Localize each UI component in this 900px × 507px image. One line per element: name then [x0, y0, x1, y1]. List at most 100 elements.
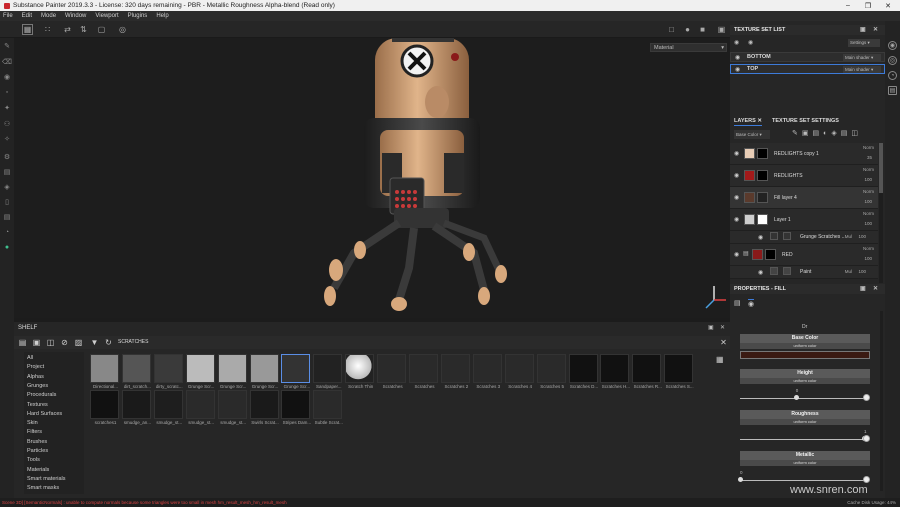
clear-search-icon[interactable]: ✕: [719, 338, 728, 347]
shelf-item[interactable]: smudge_st...: [153, 390, 183, 430]
eraser-icon[interactable]: ⌫: [2, 58, 12, 66]
shelf-item[interactable]: smudge_st...: [185, 390, 215, 430]
shelf-category[interactable]: Procedurals: [27, 392, 56, 398]
picker-icon[interactable]: ✧: [3, 135, 11, 143]
eye-icon[interactable]: ◉: [734, 150, 739, 157]
visibility-icon[interactable]: ◉: [748, 39, 753, 46]
shelf-item[interactable]: Scratches R...: [632, 354, 662, 394]
fill-tab-icon[interactable]: ◉: [748, 299, 755, 308]
layer-row[interactable]: ◉ Paint Mul 100: [730, 266, 878, 279]
float-icon[interactable]: ▣: [860, 25, 866, 35]
shelf-category[interactable]: Filters: [27, 429, 42, 435]
float-icon[interactable]: ▣: [860, 284, 866, 294]
add-fill-icon[interactable]: ▤: [813, 130, 824, 137]
shelf-item[interactable]: Scratches 5: [536, 354, 566, 394]
display-icon[interactable]: ▯: [3, 198, 11, 206]
shelf-category[interactable]: All: [27, 355, 33, 361]
layer-opacity[interactable]: 100: [858, 269, 866, 274]
shelf-item[interactable]: Scratches 4: [504, 354, 534, 394]
shelf-item[interactable]: Scratches 2: [440, 354, 470, 394]
eye-icon[interactable]: ◉: [735, 54, 740, 61]
log-icon[interactable]: ▤: [888, 86, 897, 95]
shelf-item[interactable]: Grunge Scr...: [217, 354, 247, 394]
layer-blend-mode[interactable]: Norm: [863, 246, 874, 251]
shelf-item[interactable]: Swirls Scrat...: [249, 390, 279, 430]
camera-frame-icon[interactable]: □: [666, 24, 677, 35]
grid-dots-icon[interactable]: ∷: [42, 24, 53, 35]
shelf-item[interactable]: scratches1: [90, 390, 119, 430]
settings-icon[interactable]: ⚙: [3, 153, 11, 161]
layer-blend-mode[interactable]: Mul: [845, 234, 852, 239]
slider-reset-icon[interactable]: [863, 435, 870, 442]
shelf-category[interactable]: Textures: [27, 402, 48, 408]
import-icon[interactable]: ▨: [74, 338, 83, 347]
minimize-icon[interactable]: –: [838, 0, 858, 11]
clone-icon[interactable]: ⚇: [3, 120, 11, 128]
hide-icon[interactable]: ⊘: [60, 338, 69, 347]
layer-row[interactable]: ◉ Layer 1 Norm 100: [730, 209, 878, 231]
layer-opacity[interactable]: 35: [867, 155, 872, 160]
shelf-item[interactable]: smudge_an...: [121, 390, 151, 430]
shelf-item[interactable]: smudge_st...: [217, 390, 247, 430]
shelf-item[interactable]: Grunge Scr...: [185, 354, 215, 394]
shelf-search-input[interactable]: SCRATCHES: [118, 339, 148, 345]
world-icon[interactable]: ◎: [888, 56, 897, 65]
texture-set-icon[interactable]: ◉: [888, 41, 897, 50]
history-icon[interactable]: ◔: [888, 71, 897, 80]
layer-row[interactable]: ◉ Grunge Scratches ... Mul 100: [730, 231, 878, 244]
shelf-category[interactable]: Brushes: [27, 439, 47, 445]
folder-icon[interactable]: ▤: [841, 130, 852, 137]
maximize-icon[interactable]: ❐: [858, 0, 878, 11]
close-icon[interactable]: ✕: [873, 284, 878, 294]
shelf-category[interactable]: Alphas: [27, 374, 44, 380]
tab-layers[interactable]: LAYERS ✕: [734, 116, 762, 126]
shelf-item[interactable]: dirt_scratch...: [121, 354, 151, 394]
eye-icon[interactable]: ◉: [758, 234, 763, 241]
menu-mode[interactable]: Mode: [41, 13, 56, 19]
shelf-category[interactable]: Grunges: [27, 383, 48, 389]
texture-set-top[interactable]: ◉ TOP Main shader ▾: [730, 64, 885, 74]
shelf-item[interactable]: Subtle Scrat...: [313, 390, 343, 430]
menu-plugins[interactable]: Plugins: [128, 13, 148, 19]
eye-icon[interactable]: ◉: [734, 172, 739, 179]
menu-help[interactable]: Help: [156, 13, 168, 19]
target-icon[interactable]: ◎: [117, 24, 128, 35]
refresh-icon[interactable]: ↻: [104, 338, 113, 347]
paint-brush-icon[interactable]: ✎: [3, 42, 11, 50]
shelf-category[interactable]: Hard Surfaces: [27, 411, 62, 417]
slider-reset-icon[interactable]: [863, 476, 870, 483]
layer-opacity[interactable]: 100: [858, 234, 866, 239]
shelf-item[interactable]: Scratch Thin: [345, 354, 375, 394]
shelf-category[interactable]: Tools: [27, 457, 40, 463]
layer-opacity[interactable]: 100: [864, 221, 872, 226]
menu-edit[interactable]: Edit: [22, 13, 32, 19]
menu-window[interactable]: Window: [65, 13, 86, 19]
close-tab-icon[interactable]: ✕: [757, 118, 762, 124]
layer-row[interactable]: ◉ ▤ RED Norm 100: [730, 244, 878, 266]
split-icon[interactable]: ⇅: [78, 24, 89, 35]
material-tab-icon[interactable]: ▤: [734, 299, 741, 307]
shelf-category[interactable]: Smart materials: [27, 476, 66, 482]
shelf-category[interactable]: Project: [27, 364, 44, 370]
visibility-icon[interactable]: ◉: [734, 39, 739, 46]
slider-knob[interactable]: [793, 395, 799, 400]
settings-dropdown[interactable]: Settings ▾: [848, 39, 880, 47]
layer-blend-mode[interactable]: Norm: [863, 189, 874, 194]
layers-scrollbar[interactable]: [879, 143, 883, 283]
filter-icon[interactable]: ▼: [90, 338, 99, 347]
layer-blend-mode[interactable]: Mul: [845, 269, 852, 274]
shelf-category[interactable]: Smart masks: [27, 485, 59, 491]
eye-icon[interactable]: ◉: [734, 194, 739, 201]
height-slider[interactable]: 0: [740, 388, 870, 403]
roughness-slider[interactable]: 1: [740, 429, 870, 444]
layer-opacity[interactable]: 100: [864, 256, 872, 261]
eye-icon[interactable]: ◉: [734, 216, 739, 223]
close-icon[interactable]: ✕: [873, 25, 878, 35]
shelf-item[interactable]: dirty_scratc...: [153, 354, 183, 394]
eye-icon[interactable]: ◉: [734, 251, 739, 258]
shelf-item[interactable]: Grunge Scr...: [281, 354, 311, 394]
add-effect-icon[interactable]: ◈: [831, 130, 840, 137]
history-icon[interactable]: ◔: [3, 228, 11, 236]
3d-viewport[interactable]: Material ▾: [14, 38, 730, 318]
shelf-item[interactable]: Sandpaper...: [313, 354, 343, 394]
